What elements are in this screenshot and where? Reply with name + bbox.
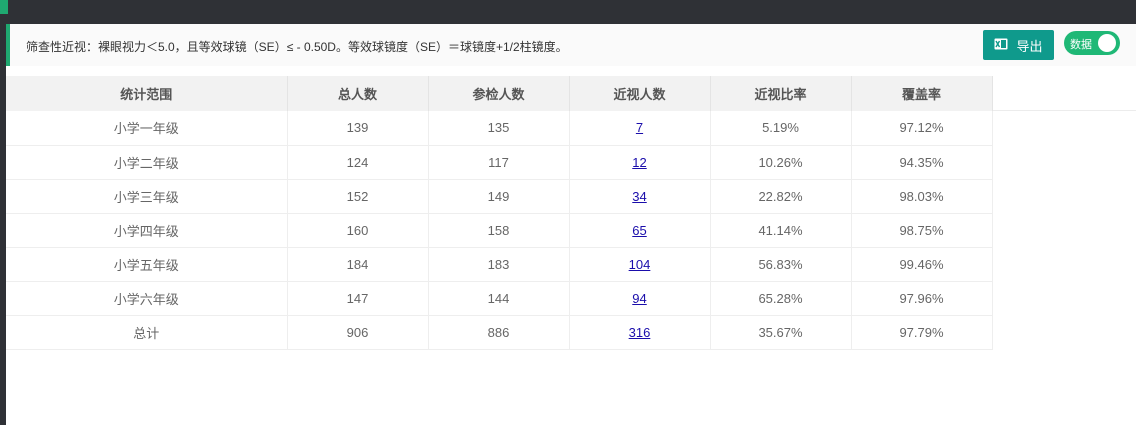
header-examined[interactable]: 参检人数 xyxy=(428,76,570,111)
cell-range: 小学二年级 xyxy=(6,145,288,180)
cell-examined: 158 xyxy=(428,213,570,248)
cell-total: 139 xyxy=(287,111,429,146)
table-row: 小学三年级 152 149 34 22.82% 98.03% xyxy=(6,179,993,214)
cell-total: 124 xyxy=(287,145,429,180)
cell-total: 147 xyxy=(287,281,429,316)
myopia-count-link[interactable]: 94 xyxy=(632,291,646,306)
cell-coverage: 98.03% xyxy=(851,179,993,214)
cell-examined: 183 xyxy=(428,247,570,282)
cell-myopia: 7 xyxy=(569,111,711,146)
cell-myopia: 65 xyxy=(569,213,711,248)
cell-coverage: 97.12% xyxy=(851,111,993,146)
cell-myopia: 104 xyxy=(569,247,711,282)
header-myopia-count[interactable]: 近视人数 xyxy=(569,76,711,111)
cell-myopia-rate: 41.14% xyxy=(710,213,852,248)
cell-myopia-rate: 10.26% xyxy=(710,145,852,180)
header-myopia-rate[interactable]: 近视比率 xyxy=(710,76,852,111)
cell-myopia-rate: 22.82% xyxy=(710,179,852,214)
myopia-count-link[interactable]: 12 xyxy=(632,155,646,170)
export-button-label: 导出 xyxy=(1016,38,1043,54)
cell-total: 160 xyxy=(287,213,429,248)
cell-total: 906 xyxy=(287,315,429,350)
table-row: 小学二年级 124 117 12 10.26% 94.35% xyxy=(6,145,993,180)
header-total[interactable]: 总人数 xyxy=(287,76,429,111)
screening-definition-note: 筛查性近视：裸眼视力＜5.0，且等效球镜（SE）≤ - 0.50D。等效球镜度（… xyxy=(26,40,568,54)
cell-range: 总计 xyxy=(6,315,288,350)
myopia-count-link[interactable]: 65 xyxy=(632,223,646,238)
statistics-table-container: 统计范围 总人数 参检人数 近视人数 近视比率 覆盖率 小学一年级 139 13… xyxy=(6,76,993,350)
cell-myopia: 34 xyxy=(569,179,711,214)
myopia-count-link[interactable]: 34 xyxy=(632,189,646,204)
cell-coverage: 94.35% xyxy=(851,145,993,180)
table-row: 小学一年级 139 135 7 5.19% 97.12% xyxy=(6,111,993,146)
myopia-count-link[interactable]: 316 xyxy=(629,325,651,340)
cell-range: 小学六年级 xyxy=(6,281,288,316)
toggle-knob xyxy=(1098,34,1116,52)
cell-myopia-rate: 5.19% xyxy=(710,111,852,146)
table-row: 小学四年级 160 158 65 41.14% 98.75% xyxy=(6,213,993,248)
excel-export-icon xyxy=(994,38,1008,53)
top-strip-accent xyxy=(0,0,8,14)
cell-examined: 886 xyxy=(428,315,570,350)
cell-examined: 149 xyxy=(428,179,570,214)
cell-total: 152 xyxy=(287,179,429,214)
header-range[interactable]: 统计范围 xyxy=(6,76,288,111)
cell-myopia-rate: 56.83% xyxy=(710,247,852,282)
table-row: 小学五年级 184 183 104 56.83% 99.46% xyxy=(6,247,993,282)
cell-range: 小学四年级 xyxy=(6,213,288,248)
cell-myopia-rate: 65.28% xyxy=(710,281,852,316)
cell-myopia: 12 xyxy=(569,145,711,180)
data-toggle[interactable]: 数据 xyxy=(1064,31,1120,55)
table-header-row: 统计范围 总人数 参检人数 近视人数 近视比率 覆盖率 xyxy=(6,76,993,111)
cell-examined: 117 xyxy=(428,145,570,180)
cell-range: 小学三年级 xyxy=(6,179,288,214)
myopia-count-link[interactable]: 104 xyxy=(629,257,651,272)
statistics-table: 统计范围 总人数 参检人数 近视人数 近视比率 覆盖率 小学一年级 139 13… xyxy=(6,76,993,350)
cell-coverage: 97.79% xyxy=(851,315,993,350)
export-button[interactable]: 导出 xyxy=(983,30,1054,60)
cell-coverage: 99.46% xyxy=(851,247,993,282)
cell-total: 184 xyxy=(287,247,429,282)
cell-range: 小学一年级 xyxy=(6,111,288,146)
cell-examined: 135 xyxy=(428,111,570,146)
cell-examined: 144 xyxy=(428,281,570,316)
toolbar: 筛查性近视：裸眼视力＜5.0，且等效球镜（SE）≤ - 0.50D。等效球镜度（… xyxy=(10,24,1136,66)
data-toggle-label: 数据 xyxy=(1070,39,1092,51)
cell-myopia-rate: 35.67% xyxy=(710,315,852,350)
cell-coverage: 97.96% xyxy=(851,281,993,316)
table-row-total: 总计 906 886 316 35.67% 97.79% xyxy=(6,315,993,350)
cell-myopia: 94 xyxy=(569,281,711,316)
cell-myopia: 316 xyxy=(569,315,711,350)
top-strip xyxy=(0,0,1136,24)
cell-range: 小学五年级 xyxy=(6,247,288,282)
header-coverage[interactable]: 覆盖率 xyxy=(851,76,993,111)
cell-coverage: 98.75% xyxy=(851,213,993,248)
table-row: 小学六年级 147 144 94 65.28% 97.96% xyxy=(6,281,993,316)
myopia-count-link[interactable]: 7 xyxy=(636,120,643,135)
